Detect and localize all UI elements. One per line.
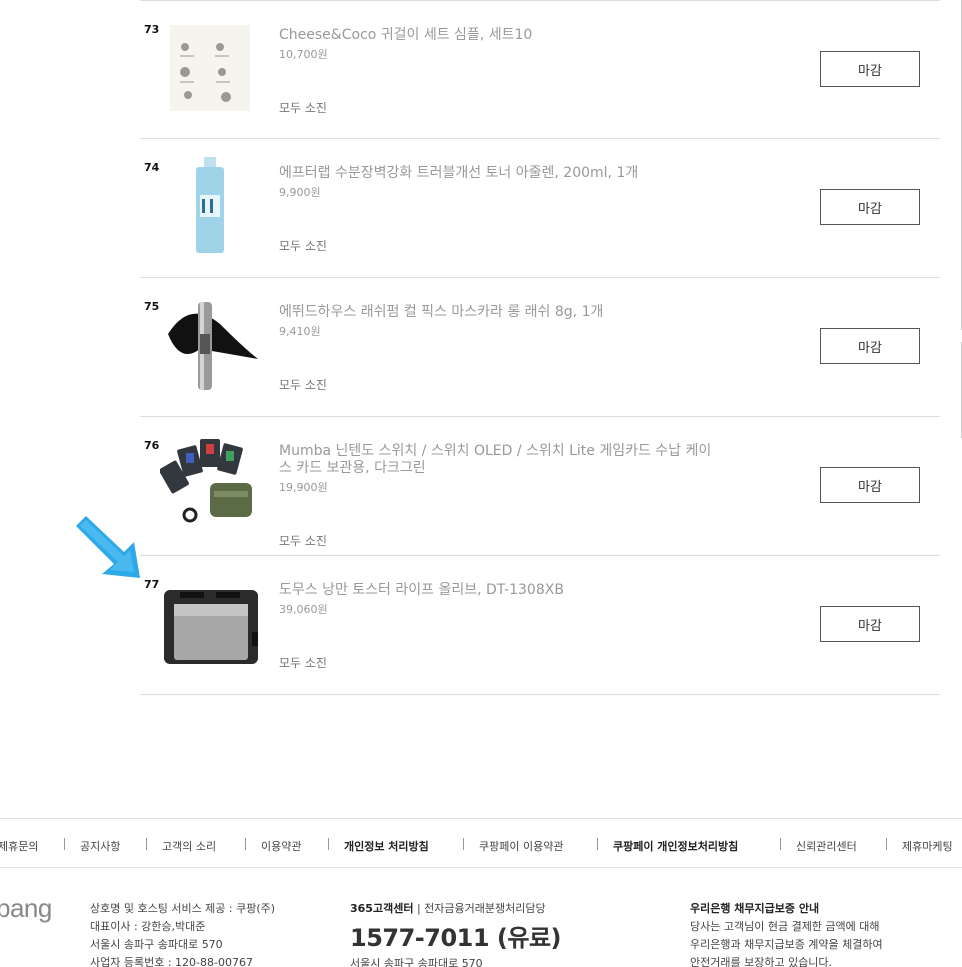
product-title[interactable]: 도무스 낭만 토스터 라이프 올리브, DT-1308XB 39,060원 [279, 582, 719, 618]
product-price: 10,700원 [279, 48, 328, 61]
game-card-case-image[interactable] [160, 433, 260, 533]
product-price: 9,410원 [279, 325, 321, 338]
pointer-arrow-icon [76, 516, 140, 578]
coupang-logo[interactable]: pang [0, 893, 52, 924]
product-title[interactable]: Cheese&Coco 귀걸이 세트 심플, 세트10 10,700원 [279, 27, 719, 63]
product-row: 73 Cheese&Coco 귀걸이 세트 심플, 세트10 10,700원 모… [140, 0, 940, 139]
earring-set-image[interactable] [160, 17, 260, 117]
footer-link-pay-privacy[interactable]: 쿠팡페이 개인정보처리방침 [613, 838, 738, 854]
footer-link-privacy[interactable]: 개인정보 처리방침 [344, 838, 429, 854]
company-info: 상호명 및 호스팅 서비스 제공 : 쿠팡(주) 대표이사 : 강한승,박대준 … [90, 902, 276, 967]
soldout-status: 모두 소진 [279, 656, 327, 670]
side-scrollbar[interactable] [956, 0, 962, 440]
product-title[interactable]: 에프터랩 수분장벽강화 트러블개선 토너 아줄렌, 200ml, 1개 9,90… [279, 165, 719, 201]
product-price: 9,900원 [279, 186, 321, 199]
product-row: 74 에프터랩 수분장벽강화 트러블개선 토너 아줄렌, 200ml, 1개 9… [140, 139, 940, 278]
row-number: 73 [144, 23, 160, 36]
product-price: 19,900원 [279, 481, 328, 494]
footer-link-terms[interactable]: 이용약관 [261, 838, 301, 854]
footer-link-voice[interactable]: 고객의 소리 [162, 838, 216, 854]
product-row: 77 도무스 낭만 토스터 라이프 올리브, DT-1308XB 39,060원… [140, 556, 940, 695]
product-title[interactable]: Mumba 닌텐도 스위치 / 스위치 OLED / 스위치 Lite 게임카드… [279, 443, 719, 496]
customer-center-phone: 1577-7011 (유료) [350, 924, 562, 952]
product-row: 75 에뛰드하우스 래쉬펌 컬 픽스 마스카라 롱 래쉬 8g, 1개 9,41… [140, 278, 940, 417]
customer-center-title: 365고객센터 | 전자금융거래분쟁처리담당 [350, 902, 546, 915]
product-row: 76 Mumba 닌텐도 스위치 / 스위치 OLED / 스위치 Lite 게… [140, 417, 940, 556]
mascara-image[interactable] [160, 294, 260, 394]
customer-center-address: 서울시 송파구 송파대로 570 [350, 957, 483, 967]
row-number: 76 [144, 439, 160, 452]
soldout-status: 모두 소진 [279, 101, 327, 115]
toaster-image[interactable] [160, 572, 260, 672]
footer-link-trust-center[interactable]: 신뢰관리센터 [796, 838, 857, 854]
footer-link-notice[interactable]: 공지사항 [80, 838, 120, 854]
soldout-status: 모두 소진 [279, 534, 327, 548]
footer-nav: 제휴문의 공지사항 고객의 소리 이용약관 개인정보 처리방침 쿠팡페이 이용약… [0, 818, 962, 868]
footer-link-partnership[interactable]: 제휴문의 [0, 838, 38, 854]
footer-link-pay-terms[interactable]: 쿠팡페이 이용약관 [479, 838, 563, 854]
closed-button[interactable]: 마감 [820, 606, 920, 642]
product-list: 73 Cheese&Coco 귀걸이 세트 심플, 세트10 10,700원 모… [140, 0, 940, 695]
closed-button[interactable]: 마감 [820, 189, 920, 225]
footer-link-affiliate[interactable]: 제휴마케팅 [902, 838, 953, 854]
soldout-status: 모두 소진 [279, 378, 327, 392]
closed-button[interactable]: 마감 [820, 51, 920, 87]
closed-button[interactable]: 마감 [820, 328, 920, 364]
closed-button[interactable]: 마감 [820, 467, 920, 503]
product-price: 39,060원 [279, 603, 328, 616]
product-title[interactable]: 에뛰드하우스 래쉬펌 컬 픽스 마스카라 롱 래쉬 8g, 1개 9,410원 [279, 304, 719, 340]
row-number: 75 [144, 300, 160, 313]
soldout-status: 모두 소진 [279, 239, 327, 253]
bank-guarantee-info: 우리은행 채무지급보증 안내 당사는 고객님이 현금 결제한 금액에 대해 우리… [690, 902, 883, 967]
row-number: 74 [144, 161, 160, 174]
toner-bottle-image[interactable] [160, 155, 260, 255]
